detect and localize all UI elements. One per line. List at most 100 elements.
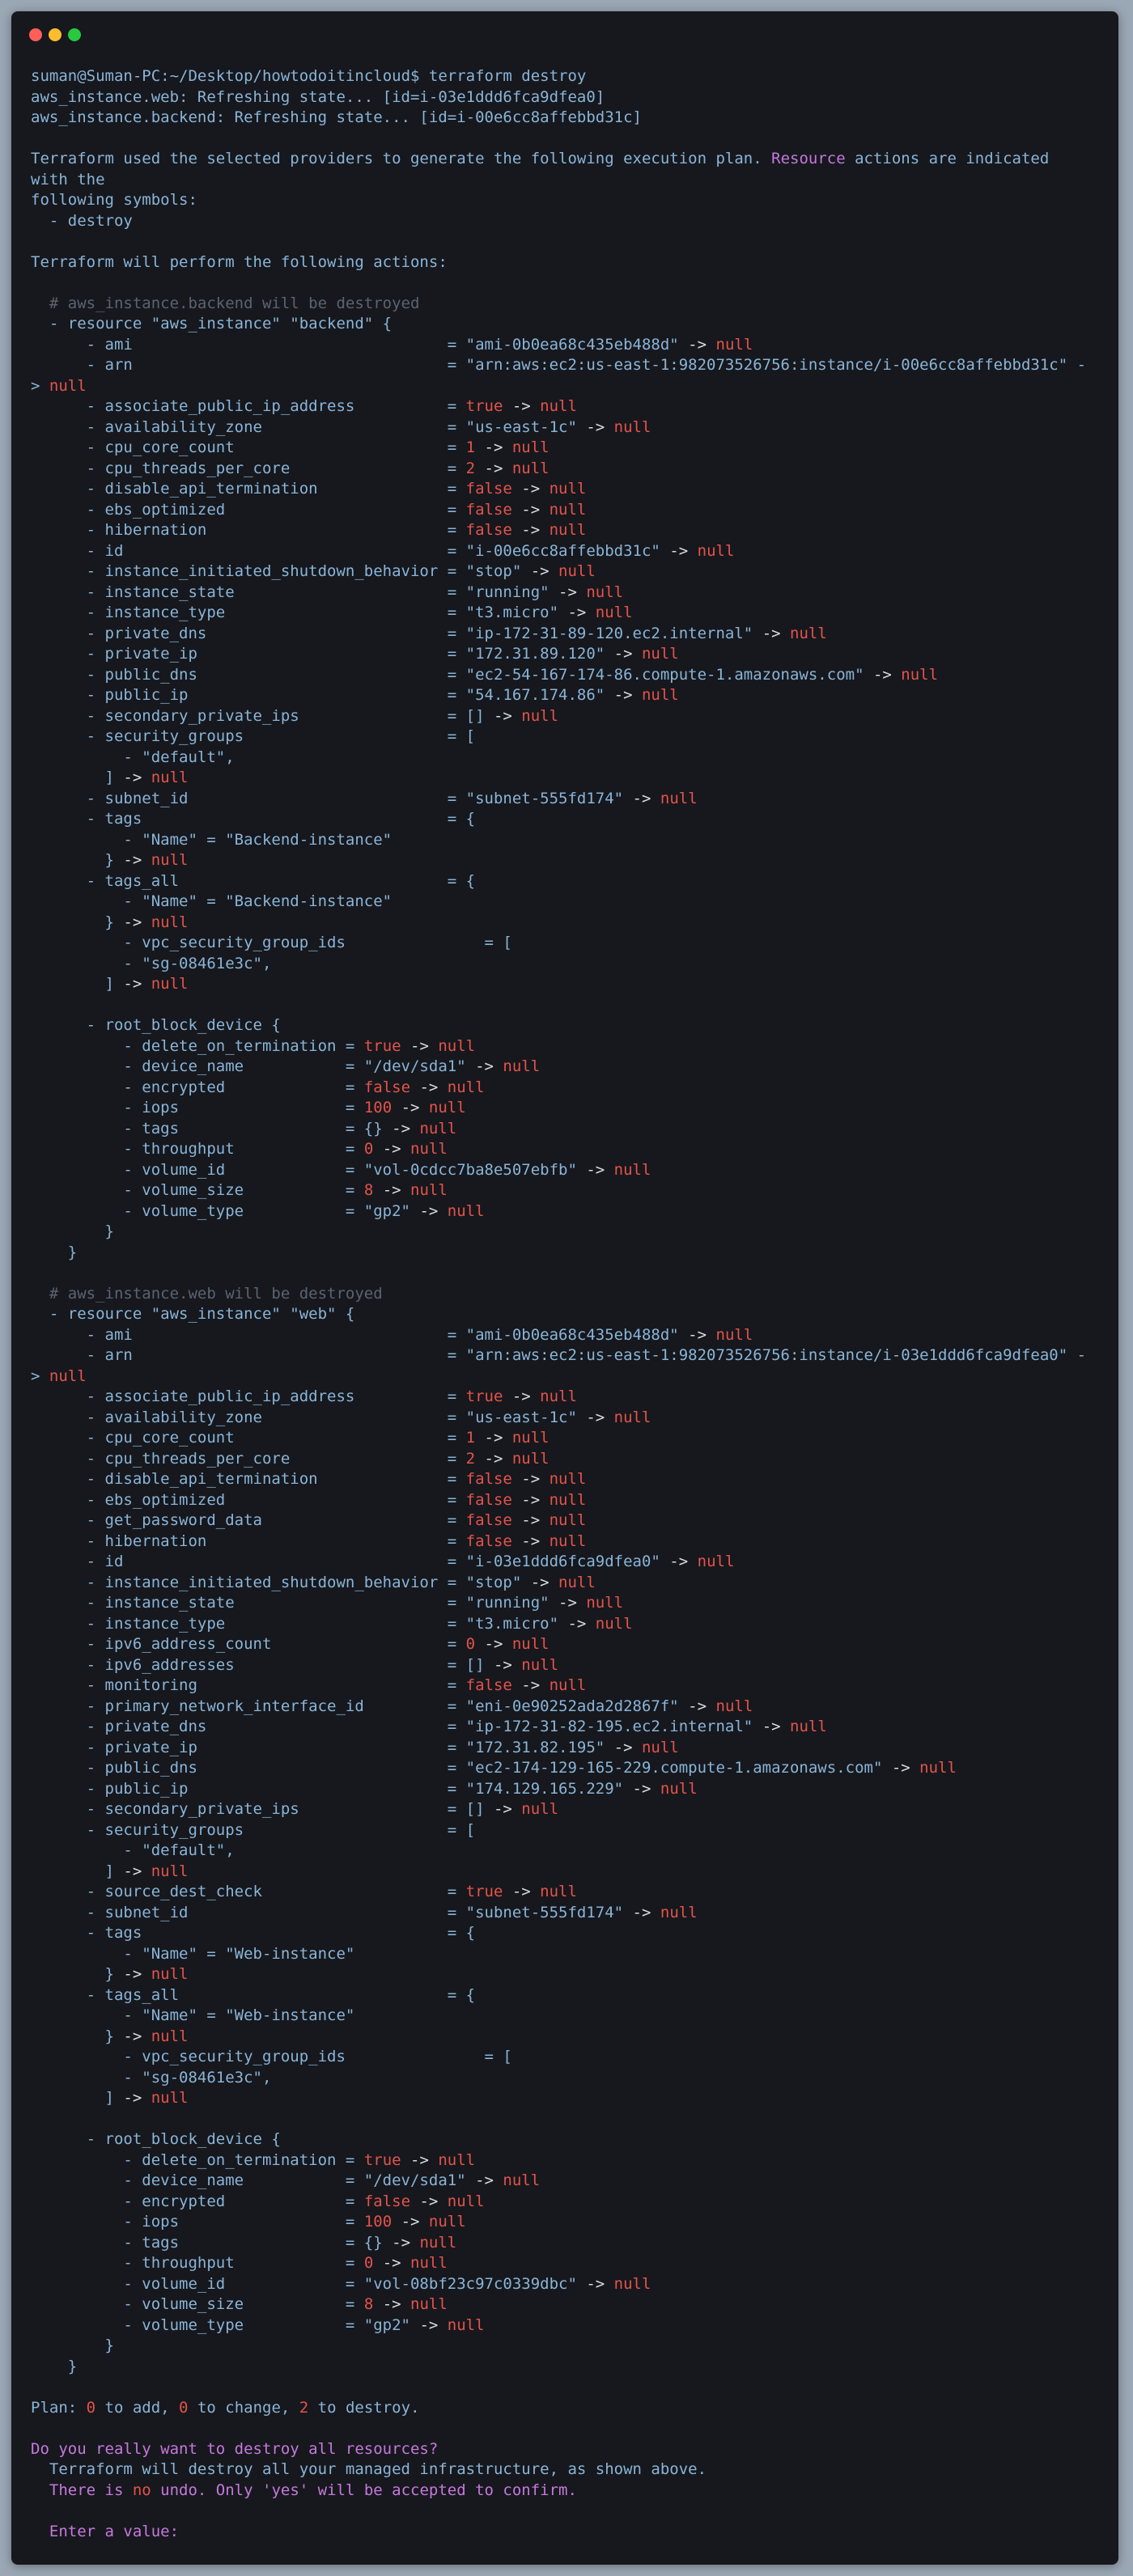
terminal-line: aws_instance.web: Refreshing state... [i… bbox=[31, 87, 1099, 108]
terminal-text: -> bbox=[688, 335, 707, 354]
terminal-text: -> bbox=[511, 1511, 550, 1529]
terminal-text: - volume_type = "gp2" bbox=[31, 2315, 420, 2334]
terminal-text: -> bbox=[401, 2150, 439, 2169]
terminal-text: null bbox=[688, 541, 735, 560]
terminal-line: - instance_state = "running" -> null bbox=[31, 583, 1099, 604]
terminal-text: - instance_initiated_shutdown_behavior =… bbox=[31, 1573, 531, 1591]
terminal-text: - public_dns = "ec2-54-167-174-86.comput… bbox=[31, 665, 873, 684]
terminal-text: null bbox=[688, 1553, 735, 1570]
terminal-line: - instance_initiated_shutdown_behavior =… bbox=[31, 561, 1099, 583]
terminal-text: null bbox=[493, 1057, 541, 1075]
terminal-text: - subnet_id = "subnet-555fd174" bbox=[31, 1903, 633, 1921]
terminal-text: null bbox=[438, 1201, 485, 1220]
terminal-text: - tags_all = { bbox=[31, 871, 476, 890]
terminal-output[interactable]: suman@Suman-PC:~/Desktop/howtodoitinclou… bbox=[31, 66, 1099, 2542]
close-button[interactable] bbox=[29, 28, 42, 41]
terminal-text: null bbox=[540, 1883, 577, 1900]
terminal-text: null bbox=[142, 975, 189, 993]
terminal-line: - ebs_optimized = false -> null bbox=[31, 500, 1099, 521]
terminal-text: 1 bbox=[465, 439, 476, 456]
terminal-text: null bbox=[438, 1036, 476, 1055]
terminal-text: null bbox=[632, 1738, 679, 1756]
terminal-text: null bbox=[540, 397, 577, 415]
terminal-text: -> bbox=[613, 645, 633, 663]
terminal-text: - source_dest_check = bbox=[31, 1883, 466, 1900]
terminal-text: - volume_id = "vol-0cdcc7ba8e507ebfb" bbox=[31, 1160, 587, 1179]
terminal-text: - volume_size = bbox=[31, 2295, 364, 2313]
terminal-text: - tags = { bbox=[31, 810, 476, 828]
terminal-text: -> bbox=[475, 1449, 512, 1468]
terminal-line: ] -> null bbox=[31, 2088, 1099, 2109]
terminal-text: null bbox=[549, 1532, 587, 1550]
terminal-line: } -> null bbox=[31, 2027, 1099, 2048]
terminal-text: 2 bbox=[299, 2398, 309, 2417]
terminal-text: - volume_size = bbox=[31, 1181, 364, 1199]
terminal-text: - disable_api_termination = bbox=[31, 480, 466, 498]
terminal-text: - monitoring = bbox=[31, 1676, 466, 1694]
terminal-text: null bbox=[511, 1635, 550, 1653]
terminal-text: } bbox=[31, 1222, 114, 1240]
terminal-text: -> bbox=[503, 1883, 541, 1900]
terminal-line: - security_groups = [ bbox=[31, 727, 1099, 748]
terminal-line: # aws_instance.backend will be destroyed bbox=[31, 294, 1099, 315]
terminal-text: null bbox=[549, 521, 587, 539]
terminal-text: -> bbox=[688, 1325, 707, 1344]
terminal-line: - subnet_id = "subnet-555fd174" -> null bbox=[31, 1903, 1099, 1924]
terminal-line: - tags = { bbox=[31, 809, 1099, 830]
terminal-text: - encrypted = bbox=[31, 2192, 364, 2210]
terminal-text: null bbox=[707, 335, 753, 354]
terminal-line: - associate_public_ip_address = true -> … bbox=[31, 1387, 1099, 1408]
terminal-text: -> bbox=[392, 1099, 429, 1116]
terminal-text: # aws_instance.backend will be destroyed bbox=[31, 294, 420, 312]
terminal-text: - root_block_device { bbox=[31, 2130, 281, 2148]
terminal-text: -> bbox=[530, 1573, 550, 1591]
terminal-text: - "Name" = "Backend-instance" bbox=[31, 830, 393, 849]
terminal-text: with the bbox=[31, 170, 105, 189]
terminal-line: - subnet_id = "subnet-555fd174" -> null bbox=[31, 789, 1099, 810]
terminal-text: - volume_type = "gp2" bbox=[31, 1201, 420, 1220]
terminal-line: - resource "aws_instance" "web" { bbox=[31, 1304, 1099, 1325]
terminal-text: - iops = bbox=[31, 2213, 364, 2231]
terminal-window[interactable]: suman@Suman-PC:~/Desktop/howtodoitinclou… bbox=[11, 11, 1118, 2565]
terminal-text: null bbox=[511, 1800, 559, 1818]
terminal-text: null bbox=[511, 439, 550, 456]
terminal-line: - hibernation = false -> null bbox=[31, 520, 1099, 541]
terminal-line: - cpu_core_count = 1 -> null bbox=[31, 438, 1099, 459]
terminal-line: - monitoring = false -> null bbox=[31, 1676, 1099, 1697]
terminal-line: - instance_type = "t3.micro" -> null bbox=[31, 603, 1099, 624]
terminal-text: false bbox=[465, 480, 512, 498]
terminal-text: null bbox=[576, 1594, 624, 1612]
terminal-line: Terraform used the selected providers to… bbox=[31, 149, 1099, 170]
terminal-text: - cpu_core_count = bbox=[31, 1429, 466, 1447]
terminal-text: - instance_initiated_shutdown_behavior =… bbox=[31, 562, 531, 580]
zoom-button[interactable] bbox=[68, 28, 81, 41]
terminal-text: null bbox=[549, 1573, 596, 1591]
terminal-text: } bbox=[31, 1243, 78, 1261]
terminal-text: null bbox=[605, 1408, 651, 1426]
terminal-text: -> bbox=[373, 2295, 411, 2313]
terminal-text: null bbox=[540, 1388, 577, 1405]
terminal-text: 100 bbox=[363, 2213, 393, 2231]
terminal-text: - iops = bbox=[31, 1099, 364, 1116]
terminal-line: - volume_size = 8 -> null bbox=[31, 2294, 1099, 2315]
terminal-text: 8 bbox=[363, 1181, 374, 1199]
terminal-text: null bbox=[651, 789, 698, 807]
terminal-text: 2 bbox=[465, 1449, 476, 1468]
terminal-text: -> bbox=[475, 459, 512, 477]
terminal-text: false bbox=[465, 1532, 512, 1550]
terminal-text: - cpu_core_count = bbox=[31, 439, 466, 456]
terminal-text: true bbox=[363, 2150, 401, 2169]
terminal-line: - primary_network_interface_id = "eni-0e… bbox=[31, 1697, 1099, 1718]
terminal-text: -> bbox=[503, 397, 541, 415]
terminal-text: } bbox=[31, 913, 124, 931]
terminal-text: - tags = {} bbox=[31, 2233, 393, 2252]
terminal-text: null bbox=[549, 1511, 587, 1529]
minimize-button[interactable] bbox=[49, 28, 62, 41]
terminal-line: - encrypted = false -> null bbox=[31, 2192, 1099, 2213]
terminal-text: -> bbox=[373, 2254, 411, 2272]
terminal-text: -> bbox=[511, 1470, 550, 1488]
terminal-text: - arn = "arn:aws:ec2:us-east-1:982073526… bbox=[31, 1346, 1087, 1364]
terminal-line: - "sg-08461e3c", bbox=[31, 2068, 1099, 2089]
